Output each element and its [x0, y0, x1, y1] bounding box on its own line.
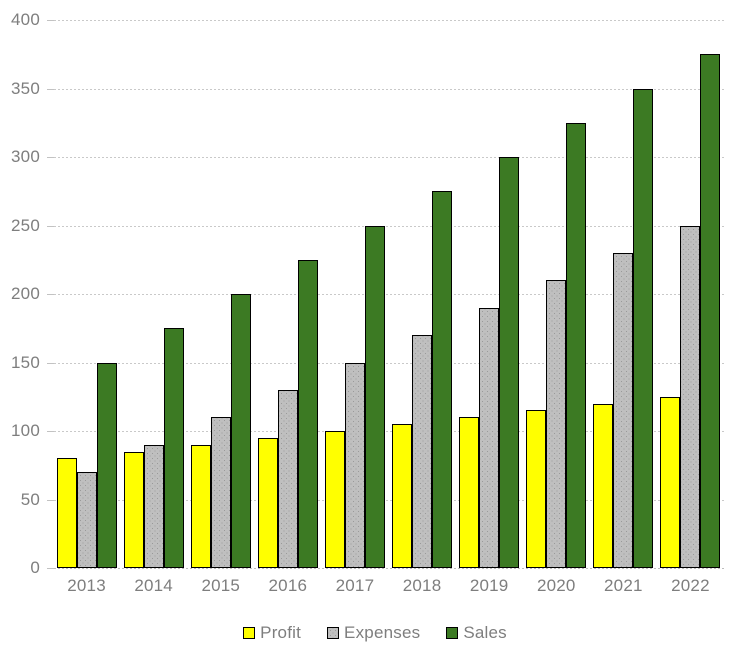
y-axis-tick-label: 150: [11, 352, 40, 372]
legend-label: Sales: [463, 623, 507, 642]
bar-expenses-2022: [680, 225, 701, 568]
legend-label: Expenses: [344, 623, 421, 642]
y-axis-tick-mark: [47, 431, 54, 432]
bar-expenses-2016: [277, 389, 298, 568]
gridline: [54, 225, 725, 227]
bar-profit-2020: [526, 410, 547, 568]
y-axis-tick-mark: [47, 20, 54, 21]
bar-expenses-2018: [412, 335, 433, 568]
bar-profit-2019: [459, 417, 480, 568]
y-axis-tick-label: 50: [20, 489, 40, 509]
legend-label: Profit: [260, 623, 302, 642]
bar-sales-2013: [96, 362, 117, 568]
gridline: [54, 20, 725, 21]
bar-profit-2013: [56, 458, 77, 568]
y-axis-tick-mark: [47, 294, 54, 295]
bar-expenses-2015: [210, 417, 231, 568]
bar-profit-2014: [123, 451, 144, 568]
bar-sales-2019: [499, 157, 520, 568]
y-axis-tick-mark: [47, 362, 54, 364]
bar-profit-2021: [593, 403, 614, 568]
bar-chart: 0 50 100 150 200 250 300 350 400 2013 2014 2015 201…: [0, 0, 750, 664]
bar-expenses-2020: [546, 280, 567, 568]
bar-expenses-2013: [76, 472, 97, 568]
bar-expenses-2014: [143, 444, 164, 568]
plot-area: [54, 20, 725, 569]
y-axis-tick-mark: [47, 225, 54, 227]
y-axis-tick-label: 300: [11, 147, 40, 166]
bar-profit-2022: [660, 396, 681, 568]
x-axis-tick-label: 2014: [134, 576, 173, 595]
x-axis-tick-label: 2021: [604, 576, 643, 595]
y-axis-tick-mark: [47, 499, 54, 501]
gridline: [54, 568, 725, 569]
legend-item-profit[interactable]: Profit: [243, 623, 301, 643]
x-axis-tick-label: 2016: [268, 576, 308, 595]
y-axis-tick-label: 100: [11, 421, 40, 440]
bar-sales-2018: [432, 191, 453, 568]
x-axis: 2013 2014 2015 2016 2017 2018 2019 2020 2021 2022: [54, 576, 725, 604]
bar-sales-2015: [230, 294, 251, 568]
x-axis-tick-label: 2022: [671, 576, 710, 595]
chart-legend: Profit Expenses Sales: [0, 623, 750, 643]
bar-sales-2020: [566, 122, 587, 568]
legend-item-expenses[interactable]: Expenses: [327, 623, 420, 643]
bar-profit-2017: [324, 431, 345, 568]
bar-sales-2016: [297, 259, 318, 568]
x-axis-tick-label: 2020: [536, 576, 576, 595]
y-axis-tick-label: 400: [11, 10, 40, 29]
legend-swatch-sales-icon: [446, 627, 459, 639]
bar-expenses-2017: [344, 362, 365, 568]
y-axis: 0 50 100 150 200 250 300 350 400: [0, 0, 54, 664]
y-axis-tick-mark: [47, 568, 54, 569]
gridline: [54, 88, 725, 90]
y-axis-tick-label: 250: [11, 215, 40, 235]
bar-profit-2016: [257, 437, 278, 568]
legend-item-sales[interactable]: Sales: [446, 623, 507, 643]
y-axis-tick-label: 200: [11, 284, 40, 303]
x-axis-tick-label: 2013: [67, 576, 106, 595]
y-axis-tick-mark: [47, 88, 54, 90]
bar-sales-2014: [163, 328, 184, 568]
gridline: [54, 157, 725, 158]
bar-sales-2022: [700, 54, 721, 568]
bar-sales-2017: [364, 225, 385, 568]
bar-sales-2021: [633, 88, 654, 568]
y-axis-tick-label: 0: [30, 558, 40, 577]
x-axis-tick-label: 2019: [469, 576, 509, 595]
y-axis-tick-mark: [47, 157, 54, 158]
x-axis-tick-label: 2017: [335, 576, 375, 595]
bar-expenses-2019: [479, 307, 500, 568]
x-axis-tick-label: 2015: [201, 576, 241, 595]
y-axis-tick-label: 350: [11, 78, 40, 98]
legend-swatch-profit-icon: [243, 627, 256, 639]
bar-profit-2018: [392, 424, 413, 568]
bar-expenses-2021: [613, 252, 634, 568]
legend-swatch-expenses-icon: [327, 627, 340, 639]
x-axis-tick-label: 2018: [402, 576, 442, 595]
bar-profit-2015: [190, 444, 211, 568]
